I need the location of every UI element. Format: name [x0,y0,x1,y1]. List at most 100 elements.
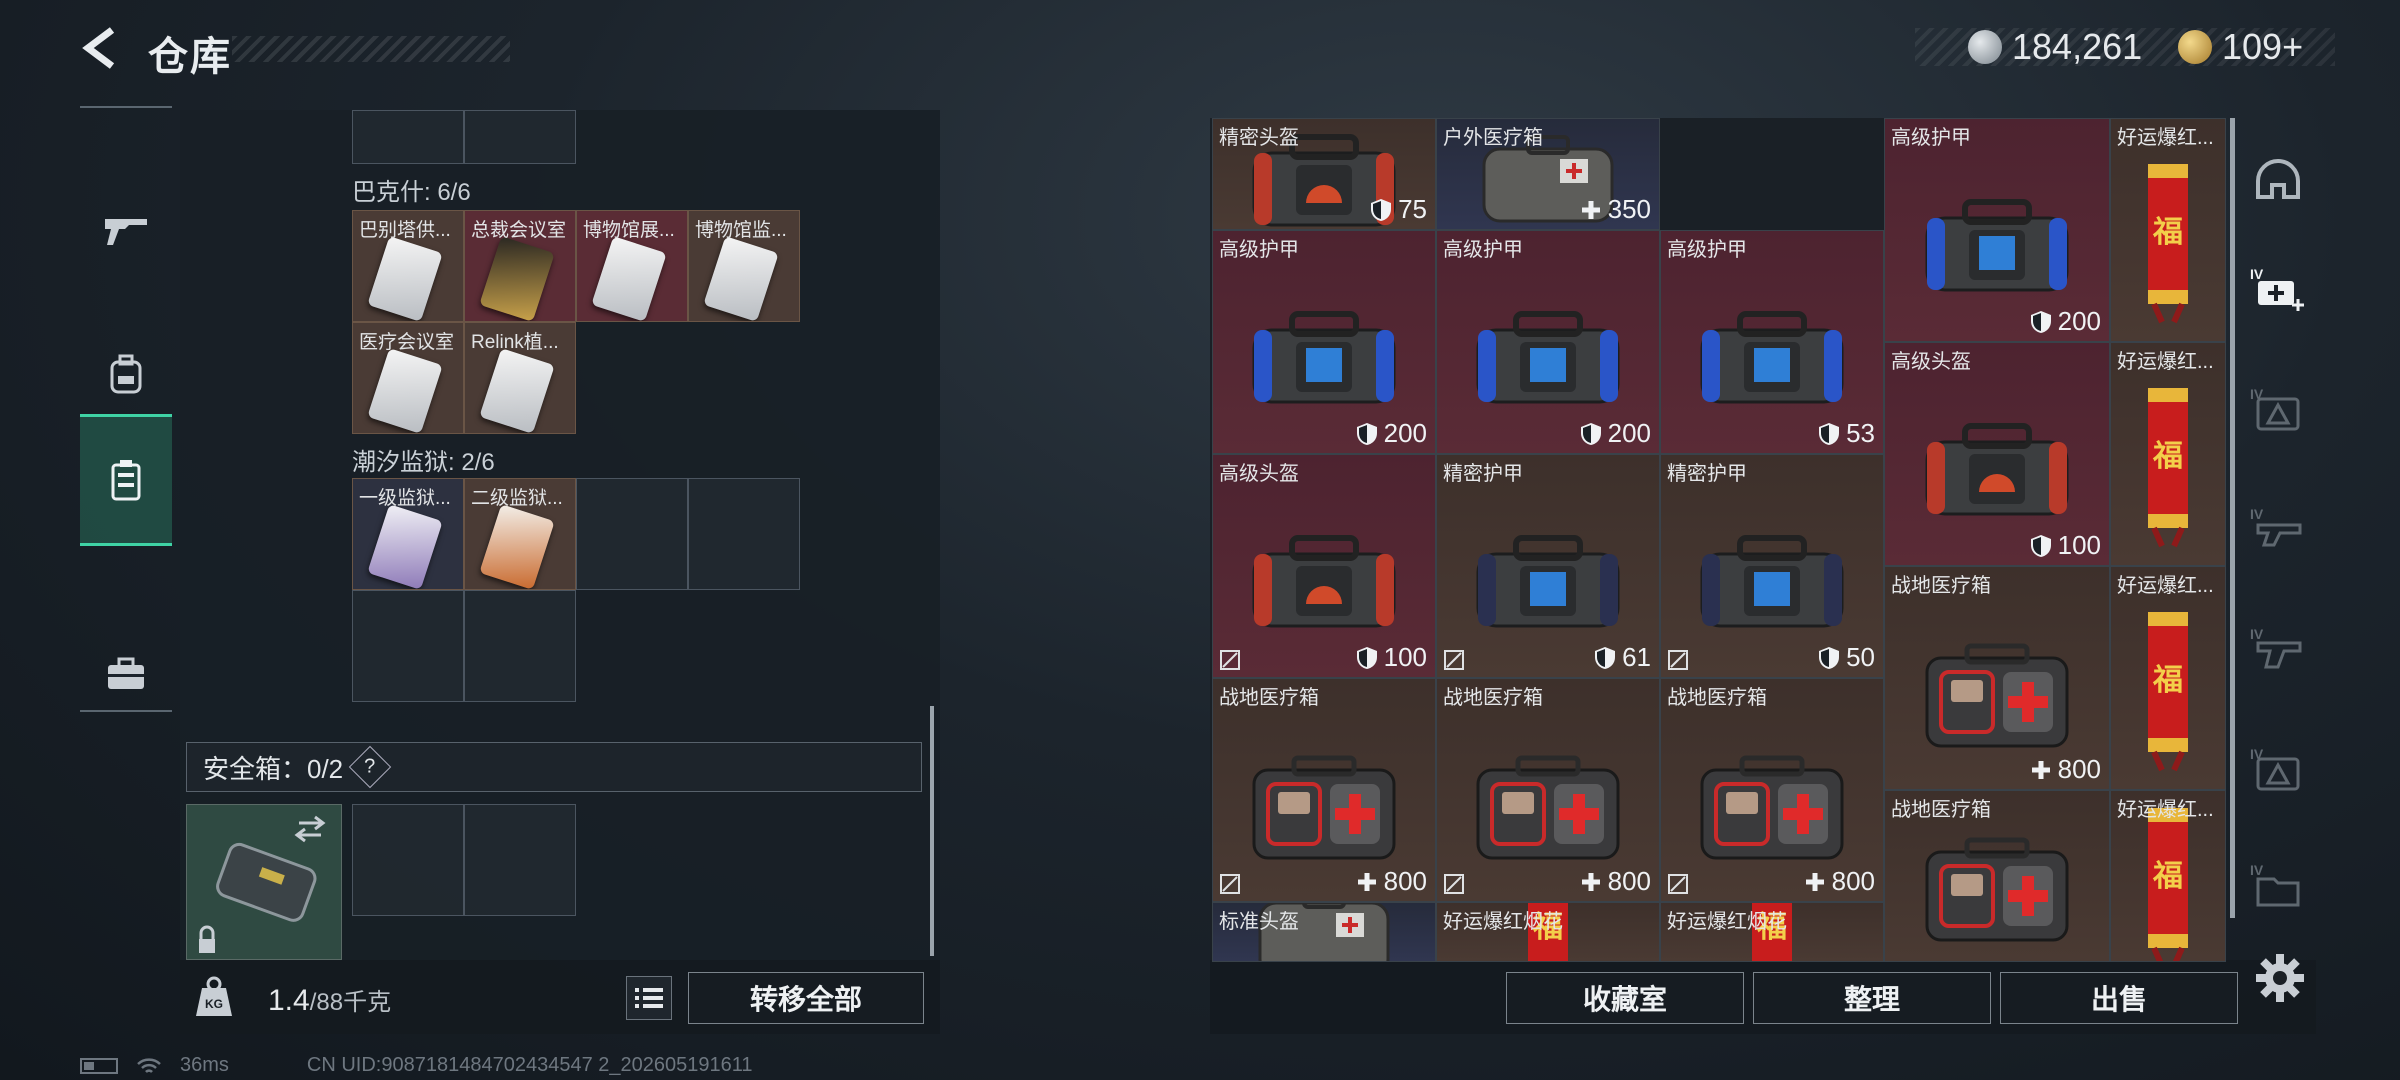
transfer-all-button[interactable]: 转移全部 [688,972,924,1024]
item-value-text: 800 [1831,866,1875,896]
keycard-item[interactable]: 博物馆监... [688,210,800,322]
item-name: 标准头盔 [1219,911,1299,933]
inventory-item[interactable]: 战地医疗箱 800 [1884,566,2110,790]
inventory-item[interactable]: 战地医疗箱 800 [1436,678,1660,902]
inventory-item[interactable]: 高级头盔 100 [1884,342,2110,566]
inventory-item[interactable]: 高级护甲 200 [1884,118,2110,342]
keycard-item[interactable]: Relink植... [464,322,576,434]
inventory-item[interactable]: 精密护甲 61 [1436,454,1660,678]
tab-category-7[interactable]: IV [2240,830,2316,940]
inventory-item[interactable]: 高级护甲 200 [1436,230,1660,454]
item-value: 350 [1580,194,1651,225]
left-nav [80,106,172,712]
back-button[interactable] [78,24,126,72]
tab-category-6[interactable]: IV [2240,714,2316,824]
duffel-bag-icon [1700,534,1844,628]
triangle-crate-icon: IV [2250,386,2300,431]
inventory-item[interactable]: 户外医疗箱 350 [1436,118,1660,230]
item-name: 好运爆红烟花 [1443,911,1563,933]
inventory-item[interactable]: 福 好运爆红... [2110,342,2226,566]
empty-slot[interactable] [352,804,464,916]
nav-stash[interactable] [80,414,172,546]
keycard-icon [703,236,779,321]
keycard-item[interactable]: 二级监狱... [464,478,576,590]
item-name: 战地医疗箱 [1219,687,1319,709]
keycard-label: 二级监狱... [471,488,563,509]
settings-button[interactable] [2254,952,2306,1004]
sort-button[interactable]: 整理 [1753,972,1991,1024]
tab-helmet[interactable] [2240,124,2316,234]
inventory-scrollbar[interactable] [2230,118,2235,918]
item-name: 战地医疗箱 [1891,799,1991,821]
empty-slot[interactable] [352,110,464,164]
plus-icon [1581,200,1600,219]
item-value: 61 [1594,642,1651,673]
item-name: 高级护甲 [1443,239,1523,261]
item-value-text: 350 [1607,194,1651,224]
inventory-item[interactable]: 标准头盔 [1212,902,1436,962]
item-name: 好运爆红... [2117,575,2214,597]
safe-box-label: 安全箱：0/2 [203,753,344,784]
inventory-item[interactable]: 高级头盔 100 [1212,454,1436,678]
tab-category-5[interactable]: IV [2240,594,2316,704]
inventory-item[interactable]: 高级护甲 53 [1660,230,1884,454]
keycard-item[interactable]: 一级监狱... [352,478,464,590]
tab-category-4[interactable]: IV [2240,474,2316,584]
list-view-button[interactable] [626,976,672,1020]
empty-slot[interactable] [688,478,800,590]
empty-slot[interactable] [464,804,576,916]
item-value: 800 [1804,866,1875,897]
currency-gold[interactable]: 109+ [2178,26,2303,68]
shield-icon [1356,646,1377,669]
tab-medical[interactable]: IV [2240,234,2316,344]
inventory-item[interactable]: 高级护甲 200 [1212,230,1436,454]
no-insure-icon [1220,650,1240,670]
duffel-bag-icon [1252,310,1396,404]
keycard-icon [591,236,667,321]
battery-icon [80,1057,118,1074]
shield-icon [1819,422,1840,445]
empty-slot[interactable] [352,590,464,702]
item-value-text: 800 [2057,754,2101,784]
weight-readout: 1.4/88千克 [268,982,391,1018]
no-insure-badge [1219,873,1241,895]
empty-slot[interactable] [464,590,576,702]
inventory-item[interactable]: 福好运爆红烟花 [1660,902,1884,962]
duffel-bag-icon [1700,310,1844,404]
no-insure-badge [1667,649,1689,671]
inventory-item[interactable]: 福 好运爆红... [2110,790,2226,962]
weight-value: 1.4 [268,984,310,1017]
empty-slot[interactable] [576,478,688,590]
svg-text:福: 福 [2152,215,2183,250]
item-name: 好运爆红... [2117,127,2214,149]
inventory-item[interactable]: 福 好运爆红... [2110,566,2226,790]
inventory-item[interactable]: 战地医疗箱 800 [1212,678,1436,902]
keycard-item[interactable]: 巴别塔供... [352,210,464,322]
inventory-item[interactable]: 战地医疗箱 [1884,790,2110,962]
sell-button[interactable]: 出售 [2000,972,2238,1024]
shield-icon [2030,534,2051,557]
inventory-item[interactable]: 精密头盔 75 [1212,118,1436,230]
keycard-item[interactable]: 医疗会议室 [352,322,464,434]
keycard-item[interactable]: 博物馆展... [576,210,688,322]
tab-category-3[interactable]: IV [2240,354,2316,464]
inventory-item[interactable]: 战地医疗箱 800 [1660,678,1884,902]
svg-text:KG: KG [205,997,223,1011]
inventory-item[interactable]: 福 好运爆红... [2110,118,2226,342]
item-value-text: 53 [1846,418,1875,448]
help-button[interactable]: ? [348,745,392,789]
inventory-item[interactable]: 福好运爆红烟花 [1436,902,1660,962]
nav-weapons[interactable] [80,164,172,296]
item-name: 精密头盔 [1219,127,1299,149]
keycard-item[interactable]: 总裁会议室 [464,210,576,322]
empty-slot[interactable] [464,110,576,164]
collection-room-button[interactable]: 收藏室 [1506,972,1744,1024]
inventory-item[interactable]: 精密护甲 50 [1660,454,1884,678]
item-name: 户外医疗箱 [1443,127,1543,149]
safe-box-item[interactable] [186,804,342,960]
medkit-icon: IV [2250,266,2304,311]
stash-scrollbar[interactable] [930,706,934,956]
item-name: 精密护甲 [1443,463,1523,485]
svg-text:福: 福 [2152,663,2183,698]
nav-toolbox[interactable] [80,608,172,740]
